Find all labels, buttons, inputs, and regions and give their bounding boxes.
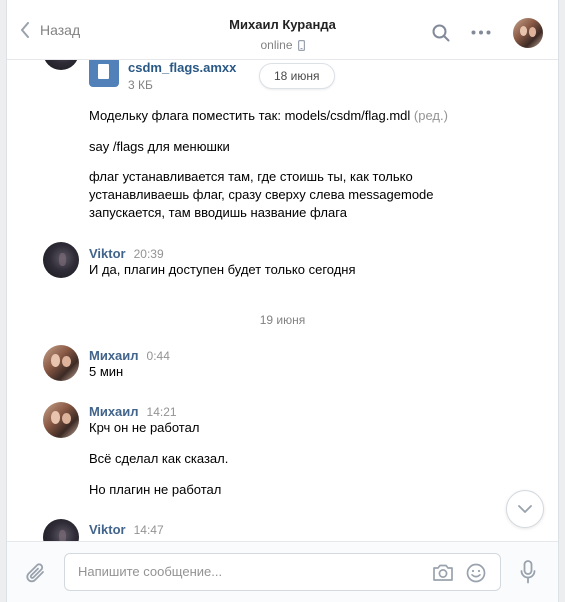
avatar[interactable] [43,345,79,381]
message-author[interactable]: Viktor 20:39 [89,246,164,261]
message-author[interactable]: Viktor 14:47 [89,522,164,537]
date-pill: 18 июня [259,63,335,89]
smile-icon[interactable] [466,563,486,583]
edited-mark[interactable]: (ред.) [414,108,448,123]
message-time[interactable]: 20:39 [134,247,164,261]
message-line: флаг устанавливается там, где стоишь ты,… [89,169,413,184]
document-attachment[interactable]: csdm_flags.amxx 3 КБ [89,60,236,92]
back-label: Назад [40,22,81,38]
author-name[interactable]: Viktor [89,522,126,537]
message-line: устанавливаешь флаг, сразу сверху слева … [89,187,434,202]
message-text: Всё сделал как сказал. [89,451,229,466]
message-line: запускается, там вводишь название флага [89,205,347,220]
message-text: say /flags для менюшки [89,139,230,154]
chevron-down-icon [518,505,532,513]
search-icon[interactable] [432,24,450,42]
message-text-body: Модельку флага поместить так: models/csd… [89,108,411,123]
microphone-icon[interactable] [520,560,536,584]
document-name[interactable]: csdm_flags.amxx [128,60,236,75]
date-separator: 19 июня [259,313,306,327]
message-text: 5 мин [89,364,124,379]
contact-avatar[interactable] [513,18,543,48]
paperclip-icon[interactable] [25,561,47,585]
document-icon [89,60,119,87]
contact-name[interactable]: Михаил Куранда [229,17,336,32]
author-name[interactable]: Viktor [89,246,126,261]
message-time[interactable]: 0:44 [147,349,170,363]
avatar[interactable] [43,519,79,541]
message-composer [7,541,558,602]
status-text: online [260,38,293,52]
chat-header: Назад Михаил Куранда online [7,0,558,60]
contact-status: online [260,38,305,52]
message-text: Модельку флага поместить так: models/csd… [89,107,509,125]
document-size: 3 КБ [128,78,153,92]
message-author[interactable]: Михаил 14:21 [89,404,177,419]
message-text: И да, плагин доступен будет только сегод… [89,262,356,277]
more-icon[interactable] [471,30,491,35]
message-history: csdm_flags.amxx 3 КБ 18 июня Модельку фл… [7,60,558,541]
camera-icon[interactable] [432,563,454,582]
message-text: Крч он не работал [89,420,200,435]
avatar[interactable] [43,402,79,438]
message-text: флаг устанавливается там, где стоишь ты,… [89,168,509,222]
chevron-left-icon [21,22,29,38]
message-time[interactable]: 14:47 [134,523,164,537]
avatar[interactable] [43,242,79,278]
message-text: Но плагин не работал [89,482,222,497]
avatar[interactable] [43,60,79,70]
message-time[interactable]: 14:21 [147,405,177,419]
message-author[interactable]: Михаил 0:44 [89,348,170,363]
chat-window: Назад Михаил Куранда online csdm_flags.a… [6,0,559,602]
scroll-down-button[interactable] [506,490,544,528]
back-button[interactable]: Назад [20,22,80,38]
author-name[interactable]: Михаил [89,404,139,419]
message-input[interactable] [78,564,418,579]
author-name[interactable]: Михаил [89,348,139,363]
message-input-box[interactable] [64,553,501,591]
mobile-phone-icon [297,39,305,51]
